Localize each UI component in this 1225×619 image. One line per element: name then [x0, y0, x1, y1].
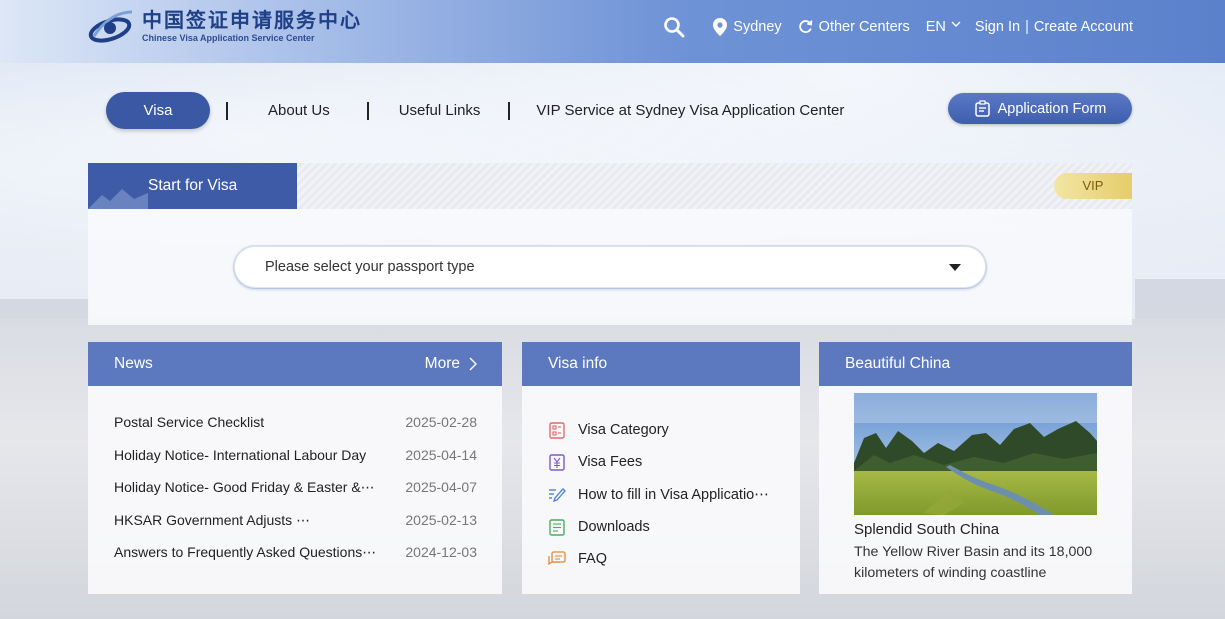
news-item-title: HKSAR Government Adjusts ⋯	[114, 511, 311, 528]
visa-info-label: Downloads	[578, 519, 650, 536]
start-for-visa-tab[interactable]: Start for Visa	[88, 163, 297, 209]
news-header: News More	[88, 342, 502, 386]
news-item-title: Answers to Frequently Asked Questions⋯	[114, 544, 377, 560]
nav-useful-links[interactable]: Useful Links	[399, 102, 481, 119]
mountain-decoration-icon	[88, 189, 148, 209]
beautiful-china-title: Beautiful China	[845, 355, 951, 372]
news-more-label: More	[424, 355, 460, 372]
news-item[interactable]: Answers to Frequently Asked Questions⋯ 20…	[114, 544, 477, 577]
visa-info-label: How to fill in Visa Applicatio⋯	[578, 486, 769, 503]
news-item[interactable]: HKSAR Government Adjusts ⋯ 2025-02-13	[114, 512, 477, 545]
dropdown-caret-icon	[949, 264, 961, 271]
account-links: Sign In | Create Account	[975, 19, 1133, 35]
language-label: EN	[925, 18, 946, 35]
visa-info-list: Visa Category Visa Fees How to fill in V…	[522, 386, 800, 575]
refresh-icon	[798, 20, 813, 33]
faq-icon	[548, 550, 566, 568]
news-item[interactable]: Postal Service Checklist 2025-02-28	[114, 414, 477, 447]
nav-separator	[508, 101, 511, 120]
visa-info-title: Visa info	[548, 355, 608, 372]
vip-badge[interactable]: VIP	[1054, 173, 1132, 199]
visa-info-item-category[interactable]: Visa Category	[548, 414, 800, 446]
news-item-title: Postal Service Checklist	[114, 414, 265, 430]
news-item-title: Holiday Notice- International Labour Day	[114, 446, 367, 463]
location-label: Sydney	[733, 18, 782, 35]
news-item-date: 2025-04-07	[405, 479, 477, 495]
sign-in-link[interactable]: Sign In	[975, 19, 1020, 35]
news-title: News	[114, 355, 153, 372]
account-separator: |	[1025, 18, 1029, 35]
visa-fees-icon	[548, 453, 566, 471]
logo-chinese-text: 中国签证申请服务中心	[142, 8, 362, 32]
location-pin-icon	[713, 17, 728, 36]
visa-info-item-downloads[interactable]: Downloads	[548, 511, 800, 543]
other-centers-link[interactable]: Other Centers	[798, 19, 910, 35]
chevron-right-icon	[469, 357, 477, 371]
visa-info-item-faq[interactable]: FAQ	[548, 543, 800, 575]
main-nav: Visa About Us Useful Links VIP Service a…	[106, 92, 844, 129]
news-item[interactable]: Holiday Notice- Good Friday & Easter &⋯ 2…	[114, 479, 477, 512]
beautiful-china-header: Beautiful China	[819, 342, 1132, 386]
visa-info-item-fees[interactable]: Visa Fees	[548, 446, 800, 478]
top-header: 中国签证申请服务中心 Chinese Visa Application Serv…	[0, 0, 1225, 63]
search-icon	[664, 16, 685, 37]
start-for-visa-label: Start for Visa	[148, 177, 238, 194]
news-item-title: Holiday Notice- Good Friday & Easter &⋯	[114, 479, 375, 495]
news-item-date: 2024-12-03	[405, 544, 477, 560]
beautiful-china-panel: Beautiful China Splendid South China The…	[819, 342, 1132, 594]
visa-info-label: Visa Fees	[578, 454, 643, 471]
other-centers-label: Other Centers	[818, 18, 910, 35]
visa-info-label: Visa Category	[578, 422, 669, 439]
visa-info-header: Visa info	[522, 342, 800, 386]
news-item[interactable]: Holiday Notice- International Labour Day…	[114, 447, 477, 480]
news-panel: News More Postal Service Checklist 2025-0…	[88, 342, 502, 594]
visa-category-icon	[548, 421, 566, 439]
language-selector[interactable]: EN	[926, 19, 961, 35]
application-form-label: Application Form	[997, 100, 1107, 117]
news-item-date: 2025-04-14	[405, 446, 477, 463]
passport-type-select[interactable]: Please select your passport type	[234, 246, 986, 288]
document-icon	[548, 518, 566, 536]
news-more-link[interactable]: More	[425, 342, 478, 386]
nav-visa[interactable]: Visa	[106, 92, 210, 129]
pen-icon	[548, 486, 566, 504]
logo[interactable]: 中国签证申请服务中心 Chinese Visa Application Serv…	[88, 6, 362, 46]
search-button[interactable]	[663, 16, 691, 38]
chevron-down-icon	[951, 21, 961, 27]
application-form-button[interactable]: Application Form	[948, 93, 1132, 124]
visa-info-panel: Visa info Visa Category Visa Fees How to…	[522, 342, 800, 594]
photo-caption-title: Splendid South China	[854, 521, 1000, 538]
create-account-link[interactable]: Create Account	[1034, 19, 1133, 35]
nav-about-us[interactable]: About Us	[268, 102, 330, 119]
news-item-date: 2025-02-13	[405, 511, 477, 528]
visa-info-label: FAQ	[578, 551, 608, 568]
visa-info-item-how-to-fill[interactable]: How to fill in Visa Applicatio⋯	[548, 479, 800, 511]
passport-type-placeholder: Please select your passport type	[265, 259, 475, 275]
landscape-photo[interactable]	[854, 393, 1097, 515]
header-actions: Sydney Other Centers EN Sign In | Create…	[647, 0, 1133, 53]
form-icon	[974, 99, 990, 117]
nav-separator	[366, 101, 369, 120]
nav-vip-service[interactable]: VIP Service at Sydney Visa Application C…	[536, 102, 844, 119]
news-list: Postal Service Checklist 2025-02-28 Holid…	[88, 386, 502, 577]
location-selector[interactable]: Sydney	[713, 17, 782, 36]
photo-caption-text: The Yellow River Basin and its 18,000 ki…	[854, 544, 1093, 581]
logo-mark-icon	[88, 6, 136, 46]
logo-english-text: Chinese Visa Application Service Center	[142, 33, 315, 43]
nav-separator	[226, 101, 228, 120]
news-item-date: 2025-02-28	[405, 414, 477, 430]
start-for-visa-panel: Start for Visa VIP Please select your pa…	[88, 163, 1132, 325]
